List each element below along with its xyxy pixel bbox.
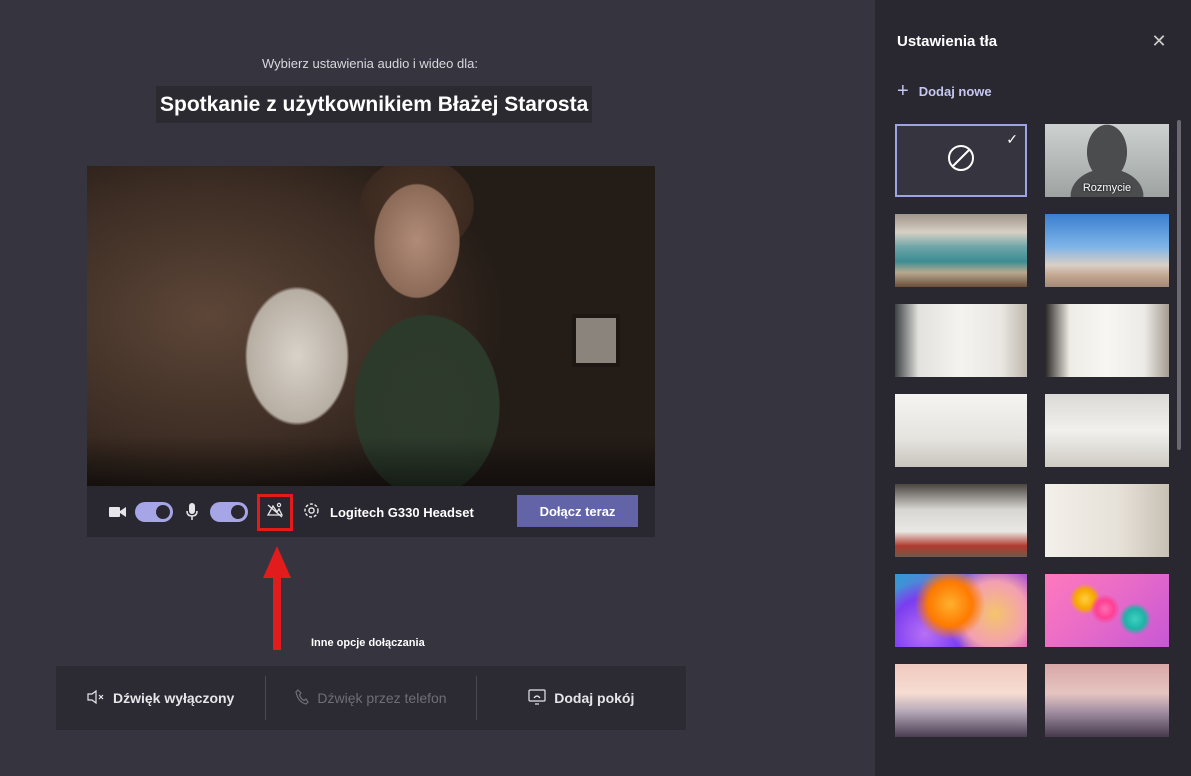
no-background-icon: [946, 143, 976, 178]
device-settings[interactable]: Logitech G330 Headset: [303, 502, 474, 522]
speaker-off-icon: [87, 689, 105, 707]
video-shadow: [87, 436, 655, 486]
audio-option-label: Dodaj pokój: [554, 690, 635, 706]
audio-option-label: Dźwięk przez telefon: [317, 690, 447, 706]
annotation-label: Inne opcje dołączania: [311, 637, 425, 649]
background-thumbnail[interactable]: [895, 394, 1027, 467]
background-thumbnail[interactable]: [1045, 214, 1169, 287]
panel-scrollbar[interactable]: [1177, 120, 1181, 450]
background-none-thumbnail[interactable]: ✓: [895, 124, 1027, 197]
meeting-title: Spotkanie z użytkownikiem Błażej Starost…: [156, 86, 593, 123]
background-thumbnail[interactable]: [895, 214, 1027, 287]
plus-icon: +: [897, 80, 909, 102]
background-thumbnail[interactable]: [1045, 394, 1169, 467]
background-effects-icon: [266, 502, 284, 523]
background-thumbnail[interactable]: [895, 574, 1027, 647]
camera-icon: [108, 503, 126, 521]
join-now-button[interactable]: Dołącz teraz: [517, 495, 638, 527]
background-thumbnail[interactable]: [895, 664, 1027, 737]
gear-icon: [303, 502, 320, 522]
phone-icon: [295, 688, 310, 708]
background-thumbnail[interactable]: [1045, 484, 1169, 557]
audio-option-off[interactable]: Dźwięk wyłączony: [56, 676, 265, 720]
background-thumbnail[interactable]: [1045, 664, 1169, 737]
background-effects-button[interactable]: [257, 494, 293, 531]
device-label: Logitech G330 Headset: [330, 504, 474, 520]
audio-options-bar: Dźwięk wyłączony Dźwięk przez telefon Do…: [56, 666, 686, 730]
microphone-icon: [183, 503, 201, 521]
annotation-arrow-icon: [263, 546, 291, 650]
room-cast-icon: [528, 688, 546, 708]
add-new-button[interactable]: + Dodaj nowe: [897, 80, 992, 103]
add-new-label: Dodaj nowe: [918, 84, 992, 99]
background-grid: ✓ Rozmycie: [895, 124, 1171, 737]
checkmark-icon: ✓: [1006, 131, 1018, 147]
panel-title: Ustawienia tła: [897, 33, 998, 50]
thumbnail-label: Rozmycie: [1082, 182, 1132, 194]
background-thumbnail[interactable]: [895, 484, 1027, 557]
microphone-toggle[interactable]: [210, 501, 248, 522]
audio-option-label: Dźwięk wyłączony: [112, 690, 235, 706]
background-thumbnail[interactable]: [1045, 574, 1169, 647]
close-icon[interactable]: ✕: [1150, 32, 1168, 50]
audio-option-room[interactable]: Dodaj pokój: [477, 676, 686, 720]
camera-toggle[interactable]: [135, 501, 173, 522]
background-thumbnail[interactable]: [895, 304, 1027, 377]
background-settings-panel: Ustawienia tła ✕ + Dodaj nowe ✓ Rozmycie: [875, 0, 1191, 776]
prejoin-subtitle: Wybierz ustawienia audio i wideo dla:: [262, 56, 478, 71]
prejoin-area: Wybierz ustawienia audio i wideo dla: Sp…: [0, 0, 875, 776]
background-blur-thumbnail[interactable]: Rozmycie: [1045, 124, 1169, 197]
background-thumbnail[interactable]: [1045, 304, 1169, 377]
video-preview: [87, 166, 655, 486]
audio-option-phone[interactable]: Dźwięk przez telefon: [266, 676, 475, 720]
wall-lamp-image: [572, 314, 620, 367]
